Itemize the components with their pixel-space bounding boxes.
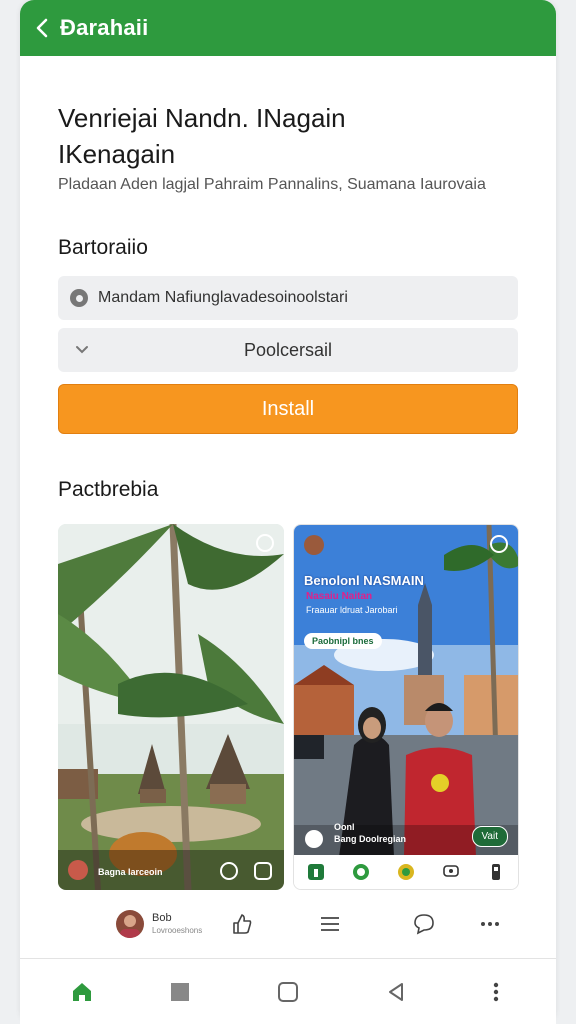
- stop-button[interactable]: [166, 978, 194, 1006]
- back-button[interactable]: [24, 0, 60, 56]
- recents-button[interactable]: [274, 978, 302, 1006]
- version-select-value: Poolcersail: [243, 339, 333, 360]
- shot2-toolbar: [294, 855, 518, 889]
- poster-pill[interactable]: Paobnipl bnes: [304, 633, 382, 649]
- url-text: Mandam Nafiunglavadesoinoolstari: [98, 289, 348, 306]
- link-icon: [70, 289, 88, 307]
- menu-icon[interactable]: [318, 912, 342, 936]
- app-name-line2: IKenagain: [58, 139, 176, 169]
- chevron-down-icon: [76, 346, 88, 354]
- search-icon[interactable]: [220, 862, 238, 880]
- app-name-line1: Venriejai Nandn. INagain: [58, 103, 346, 133]
- shot2-caption-line2: Bang Doolregian: [334, 834, 407, 844]
- user-subtext: Lovrooeshons: [152, 926, 203, 935]
- poster-title: Benolonl NASMAIN: [304, 573, 424, 588]
- avatar[interactable]: [116, 910, 144, 938]
- like-icon[interactable]: [230, 912, 254, 936]
- action-row: Bob Lovrooeshons: [20, 898, 556, 950]
- preview-section-label: Pactbrebia: [58, 478, 159, 501]
- back-triangle-icon: [389, 983, 403, 1001]
- overflow-button[interactable]: [482, 978, 510, 1006]
- home-icon: [73, 983, 91, 1001]
- notification-icon[interactable]: [490, 535, 508, 553]
- app-bar: Đarahaii: [20, 0, 556, 56]
- app-detail-card: Đarahaii Venriejai Nandn. INagain IKenag…: [20, 0, 556, 1024]
- visit-button[interactable]: Vait: [471, 826, 508, 847]
- calendar-icon[interactable]: [307, 863, 325, 881]
- url-field[interactable]: Mandam Nafiunglavadesoinoolstari: [58, 276, 518, 320]
- notification-icon[interactable]: [256, 534, 274, 552]
- poster-subtitle: Nasaiu Naitan: [306, 591, 373, 602]
- shot2-caption: Oonl Bang Doolregian: [334, 821, 406, 845]
- install-section-label: Bartoraiio: [58, 236, 148, 259]
- divider: [20, 958, 556, 959]
- user-name: Bob: [152, 912, 172, 924]
- chat-icon[interactable]: [442, 863, 460, 881]
- app-subtitle: Pladaan Aden lagjal Pahraim Pannalins, S…: [58, 176, 486, 193]
- shot1-caption: Bagna Iarceoin: [98, 867, 163, 877]
- preview-screenshot-2[interactable]: Benolonl NASMAIN Nasaiu Naitan Fraauar l…: [293, 524, 519, 890]
- phone-icon[interactable]: [487, 863, 505, 881]
- preview-screenshot-1[interactable]: Bagna Iarceoin: [58, 524, 284, 890]
- share-icon[interactable]: [254, 862, 272, 880]
- version-select[interactable]: Poolcersail: [58, 328, 518, 372]
- square-icon: [278, 982, 298, 1002]
- app-name: Venriejai Nandn. INagain IKenagain: [58, 100, 528, 172]
- app-bar-title: Đarahaii: [60, 15, 149, 40]
- more-vertical-icon: [493, 982, 499, 1002]
- globe-icon[interactable]: [352, 863, 370, 881]
- system-navbar: [20, 962, 556, 1024]
- chevron-left-icon: [36, 18, 48, 38]
- stop-icon: [171, 983, 189, 1001]
- back-nav-button[interactable]: [382, 978, 410, 1006]
- shot2-caption-line1: Oonl: [334, 822, 355, 832]
- badge-icon[interactable]: [397, 863, 415, 881]
- park-scene-image: [58, 524, 284, 890]
- poster-subtitle-2: Fraauar ldruat Jarobari: [306, 605, 398, 615]
- comment-icon[interactable]: [412, 912, 436, 936]
- more-icon[interactable]: [478, 912, 502, 936]
- home-button[interactable]: [68, 978, 96, 1006]
- install-button[interactable]: Install: [58, 384, 518, 434]
